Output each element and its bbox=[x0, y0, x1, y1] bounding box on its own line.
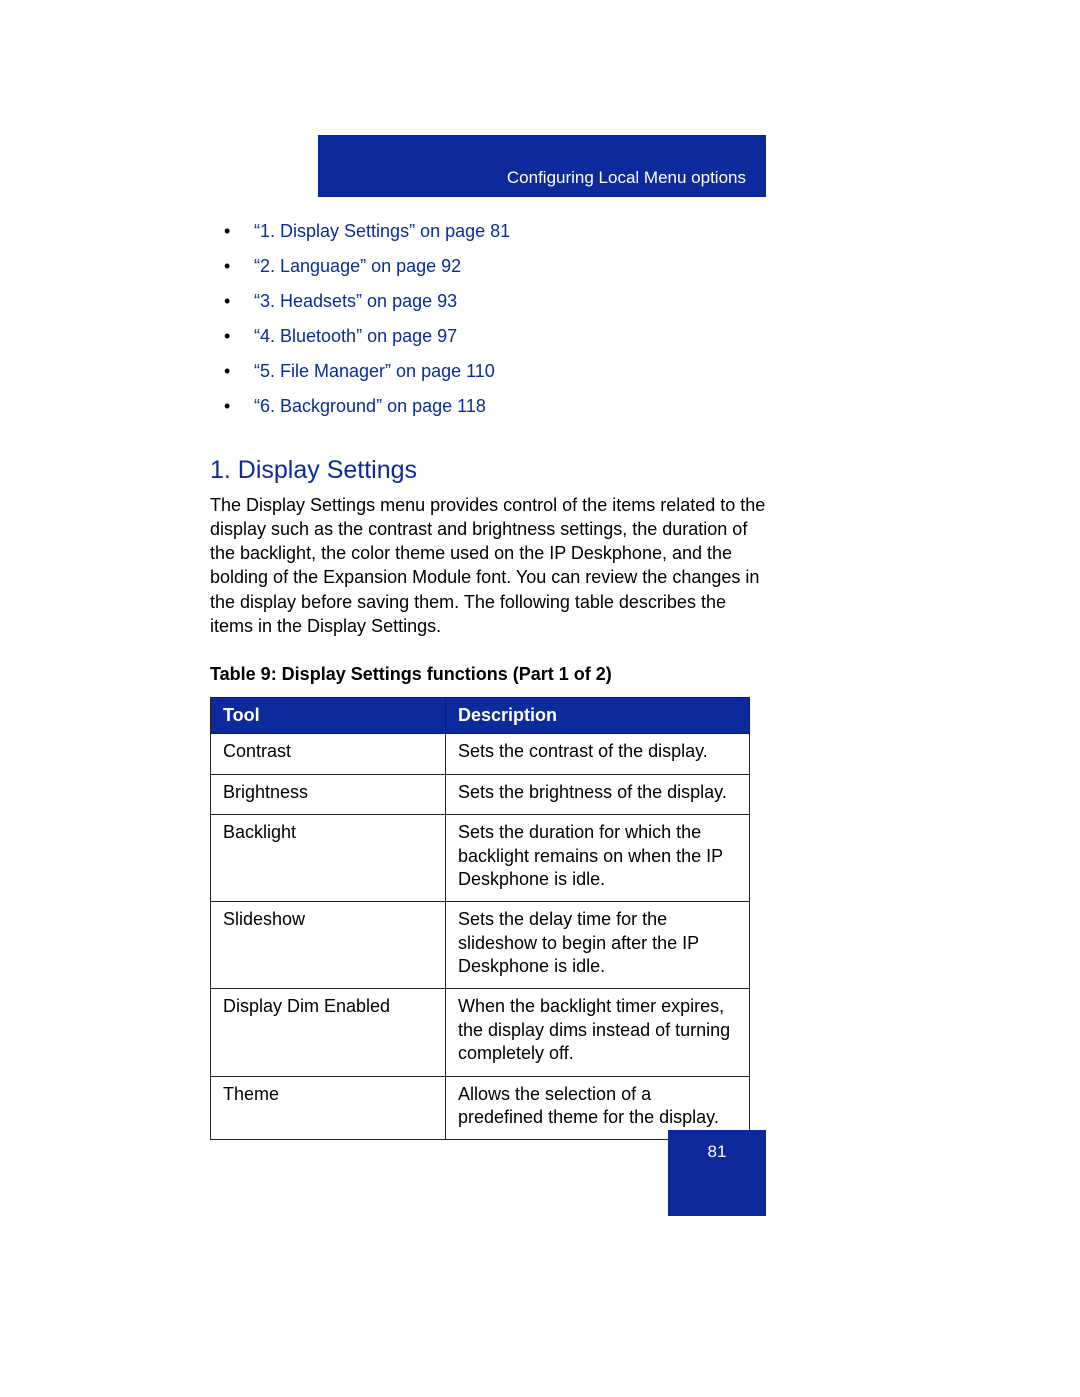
table-header-row: Tool Description bbox=[211, 698, 750, 734]
header-bar: Configuring Local Menu options bbox=[318, 135, 766, 197]
toc-item: “1. Display Settings” on page 81 bbox=[210, 218, 766, 244]
table-header-tool: Tool bbox=[211, 698, 446, 734]
table-cell-tool: Display Dim Enabled bbox=[211, 989, 446, 1076]
table-cell-tool: Contrast bbox=[211, 734, 446, 774]
toc-item: “6. Background” on page 118 bbox=[210, 393, 766, 419]
table-cell-description: Sets the duration for which the backligh… bbox=[446, 815, 750, 902]
toc-list: “1. Display Settings” on page 81 “2. Lan… bbox=[210, 218, 766, 420]
table-cell-description: Sets the contrast of the display. bbox=[446, 734, 750, 774]
toc-link-file-manager[interactable]: “5. File Manager” on page 110 bbox=[254, 361, 495, 381]
toc-link-headsets[interactable]: “3. Headsets” on page 93 bbox=[254, 291, 457, 311]
table-row: Brightness Sets the brightness of the di… bbox=[211, 774, 750, 814]
table-row: Backlight Sets the duration for which th… bbox=[211, 815, 750, 902]
table-cell-tool: Backlight bbox=[211, 815, 446, 902]
table-header-description: Description bbox=[446, 698, 750, 734]
table-cell-tool: Theme bbox=[211, 1076, 446, 1140]
table-cell-tool: Brightness bbox=[211, 774, 446, 814]
toc-link-display-settings[interactable]: “1. Display Settings” on page 81 bbox=[254, 221, 510, 241]
table-title: Table 9: Display Settings functions (Par… bbox=[210, 664, 766, 685]
page-number: 81 bbox=[708, 1142, 727, 1161]
table-cell-description: When the backlight timer expires, the di… bbox=[446, 989, 750, 1076]
toc-item: “5. File Manager” on page 110 bbox=[210, 358, 766, 384]
breadcrumb: Configuring Local Menu options bbox=[507, 168, 746, 187]
toc-item: “3. Headsets” on page 93 bbox=[210, 288, 766, 314]
table-row: Slideshow Sets the delay time for the sl… bbox=[211, 902, 750, 989]
toc-item: “4. Bluetooth” on page 97 bbox=[210, 323, 766, 349]
table-row: Contrast Sets the contrast of the displa… bbox=[211, 734, 750, 774]
table-cell-description: Sets the brightness of the display. bbox=[446, 774, 750, 814]
toc-link-background[interactable]: “6. Background” on page 118 bbox=[254, 396, 486, 416]
section-heading: 1. Display Settings bbox=[210, 456, 766, 485]
toc-item: “2. Language” on page 92 bbox=[210, 253, 766, 279]
page-number-box: 81 bbox=[668, 1130, 766, 1216]
toc-link-bluetooth[interactable]: “4. Bluetooth” on page 97 bbox=[254, 326, 457, 346]
table-row: Display Dim Enabled When the backlight t… bbox=[211, 989, 750, 1076]
section-body: The Display Settings menu provides contr… bbox=[210, 493, 766, 639]
settings-table: Tool Description Contrast Sets the contr… bbox=[210, 697, 750, 1140]
toc-link-language[interactable]: “2. Language” on page 92 bbox=[254, 256, 461, 276]
table-cell-description: Sets the delay time for the slideshow to… bbox=[446, 902, 750, 989]
table-cell-tool: Slideshow bbox=[211, 902, 446, 989]
content-area: “1. Display Settings” on page 81 “2. Lan… bbox=[210, 218, 766, 1140]
page-container: Configuring Local Menu options “1. Displ… bbox=[0, 0, 1080, 1397]
